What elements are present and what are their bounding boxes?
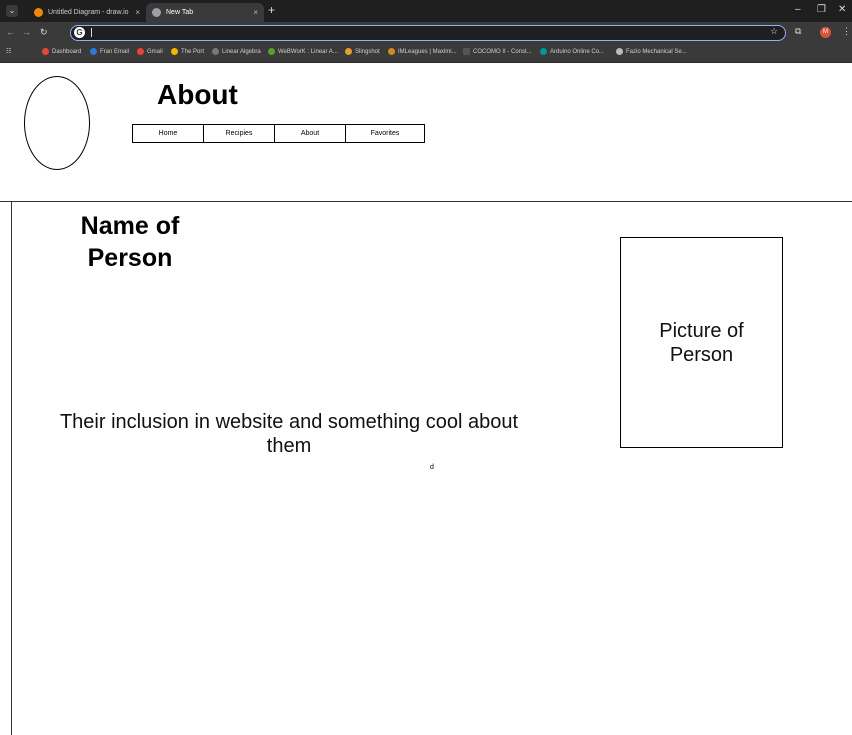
nav-about[interactable]: About [274,124,346,143]
restore-icon[interactable]: ❐ [817,4,826,15]
wireframe-canvas: About Home Recipies About Favorites Name… [0,63,852,735]
browser-toolbar: ← → ↻ G ☆ ⧉ M ⋮ [0,22,852,44]
person-description: Their inclusion in website and something… [59,411,519,457]
nav-recipies[interactable]: Recipies [203,124,275,143]
gmail-icon [137,48,144,55]
bookmark-icon [463,48,470,55]
close-icon[interactable]: × [135,8,140,17]
extensions-icon[interactable]: ⧉ [795,26,801,37]
page-title: About [157,79,238,110]
bookmark-item[interactable]: Fazio Mechanical Se... [616,48,687,55]
nav-bar: Home Recipies About Favorites [132,124,425,143]
bookmark-item[interactable]: Dashboard [42,48,81,55]
logo-placeholder [24,76,90,170]
drawio-icon [34,8,43,17]
picture-label: Picture of Person [659,319,744,366]
bookmark-star-icon[interactable]: ☆ [770,26,778,37]
browser-tab-strip: ⌄ Untitled Diagram - draw.io × New Tab ×… [0,0,852,22]
google-icon: G [74,27,85,38]
tab-title: Untitled Diagram - draw.io [48,9,129,16]
nav-home[interactable]: Home [132,124,204,143]
bookmark-item[interactable]: IMLeagues | Maximi... [388,48,457,55]
tab-new-tab[interactable]: New Tab × [146,3,264,22]
bookmark-icon [42,48,49,55]
bookmark-item[interactable]: Linear Algebra [212,48,261,55]
tab-search-button[interactable]: ⌄ [6,5,18,17]
new-tab-button[interactable]: + [268,3,275,17]
arduino-icon [540,48,547,55]
left-border [11,201,12,735]
minimize-icon[interactable]: – [795,4,801,15]
bookmark-icon [345,48,352,55]
picture-placeholder: Picture of Person [620,237,783,448]
bookmark-item[interactable]: Gmail [137,48,163,55]
tab-drawio[interactable]: Untitled Diagram - draw.io × [28,3,146,22]
bookmark-item[interactable]: WeBWorK : Linear A... [268,48,338,55]
tab-title: New Tab [166,9,194,16]
chrome-icon [152,8,161,17]
text-caret [91,28,92,37]
person-name-heading: Name of Person [80,212,180,272]
bookmark-item[interactable]: Fran Email [90,48,129,55]
back-icon[interactable]: ← [6,27,15,37]
bookmark-icon [388,48,395,55]
bookmark-icon [90,48,97,55]
bookmark-item[interactable]: The Port [171,48,204,55]
bookmark-icon [171,48,178,55]
forward-icon[interactable]: → [22,27,31,37]
stray-text: d [430,464,434,471]
bookmarks-bar: ☷ Dashboard Fran Email Gmail The Port Li… [0,44,852,63]
globe-icon [616,48,623,55]
profile-avatar[interactable]: M [820,27,831,38]
bookmark-icon [268,48,275,55]
close-icon[interactable]: × [253,8,258,17]
window-close-icon[interactable]: ✕ [838,4,846,15]
nav-favorites[interactable]: Favorites [345,124,425,143]
apps-grid-icon[interactable]: ☷ [6,48,11,55]
bookmark-icon [212,48,219,55]
header-divider [0,201,852,202]
menu-kebab-icon[interactable]: ⋮ [842,26,851,37]
bookmark-item[interactable]: Slingshot [345,48,380,55]
reload-icon[interactable]: ↻ [40,27,48,38]
address-bar[interactable]: G [70,25,786,41]
bookmark-item[interactable]: Arduino Online Co... [540,48,604,55]
bookmark-item[interactable]: COCOMO II - Const... [463,48,532,55]
